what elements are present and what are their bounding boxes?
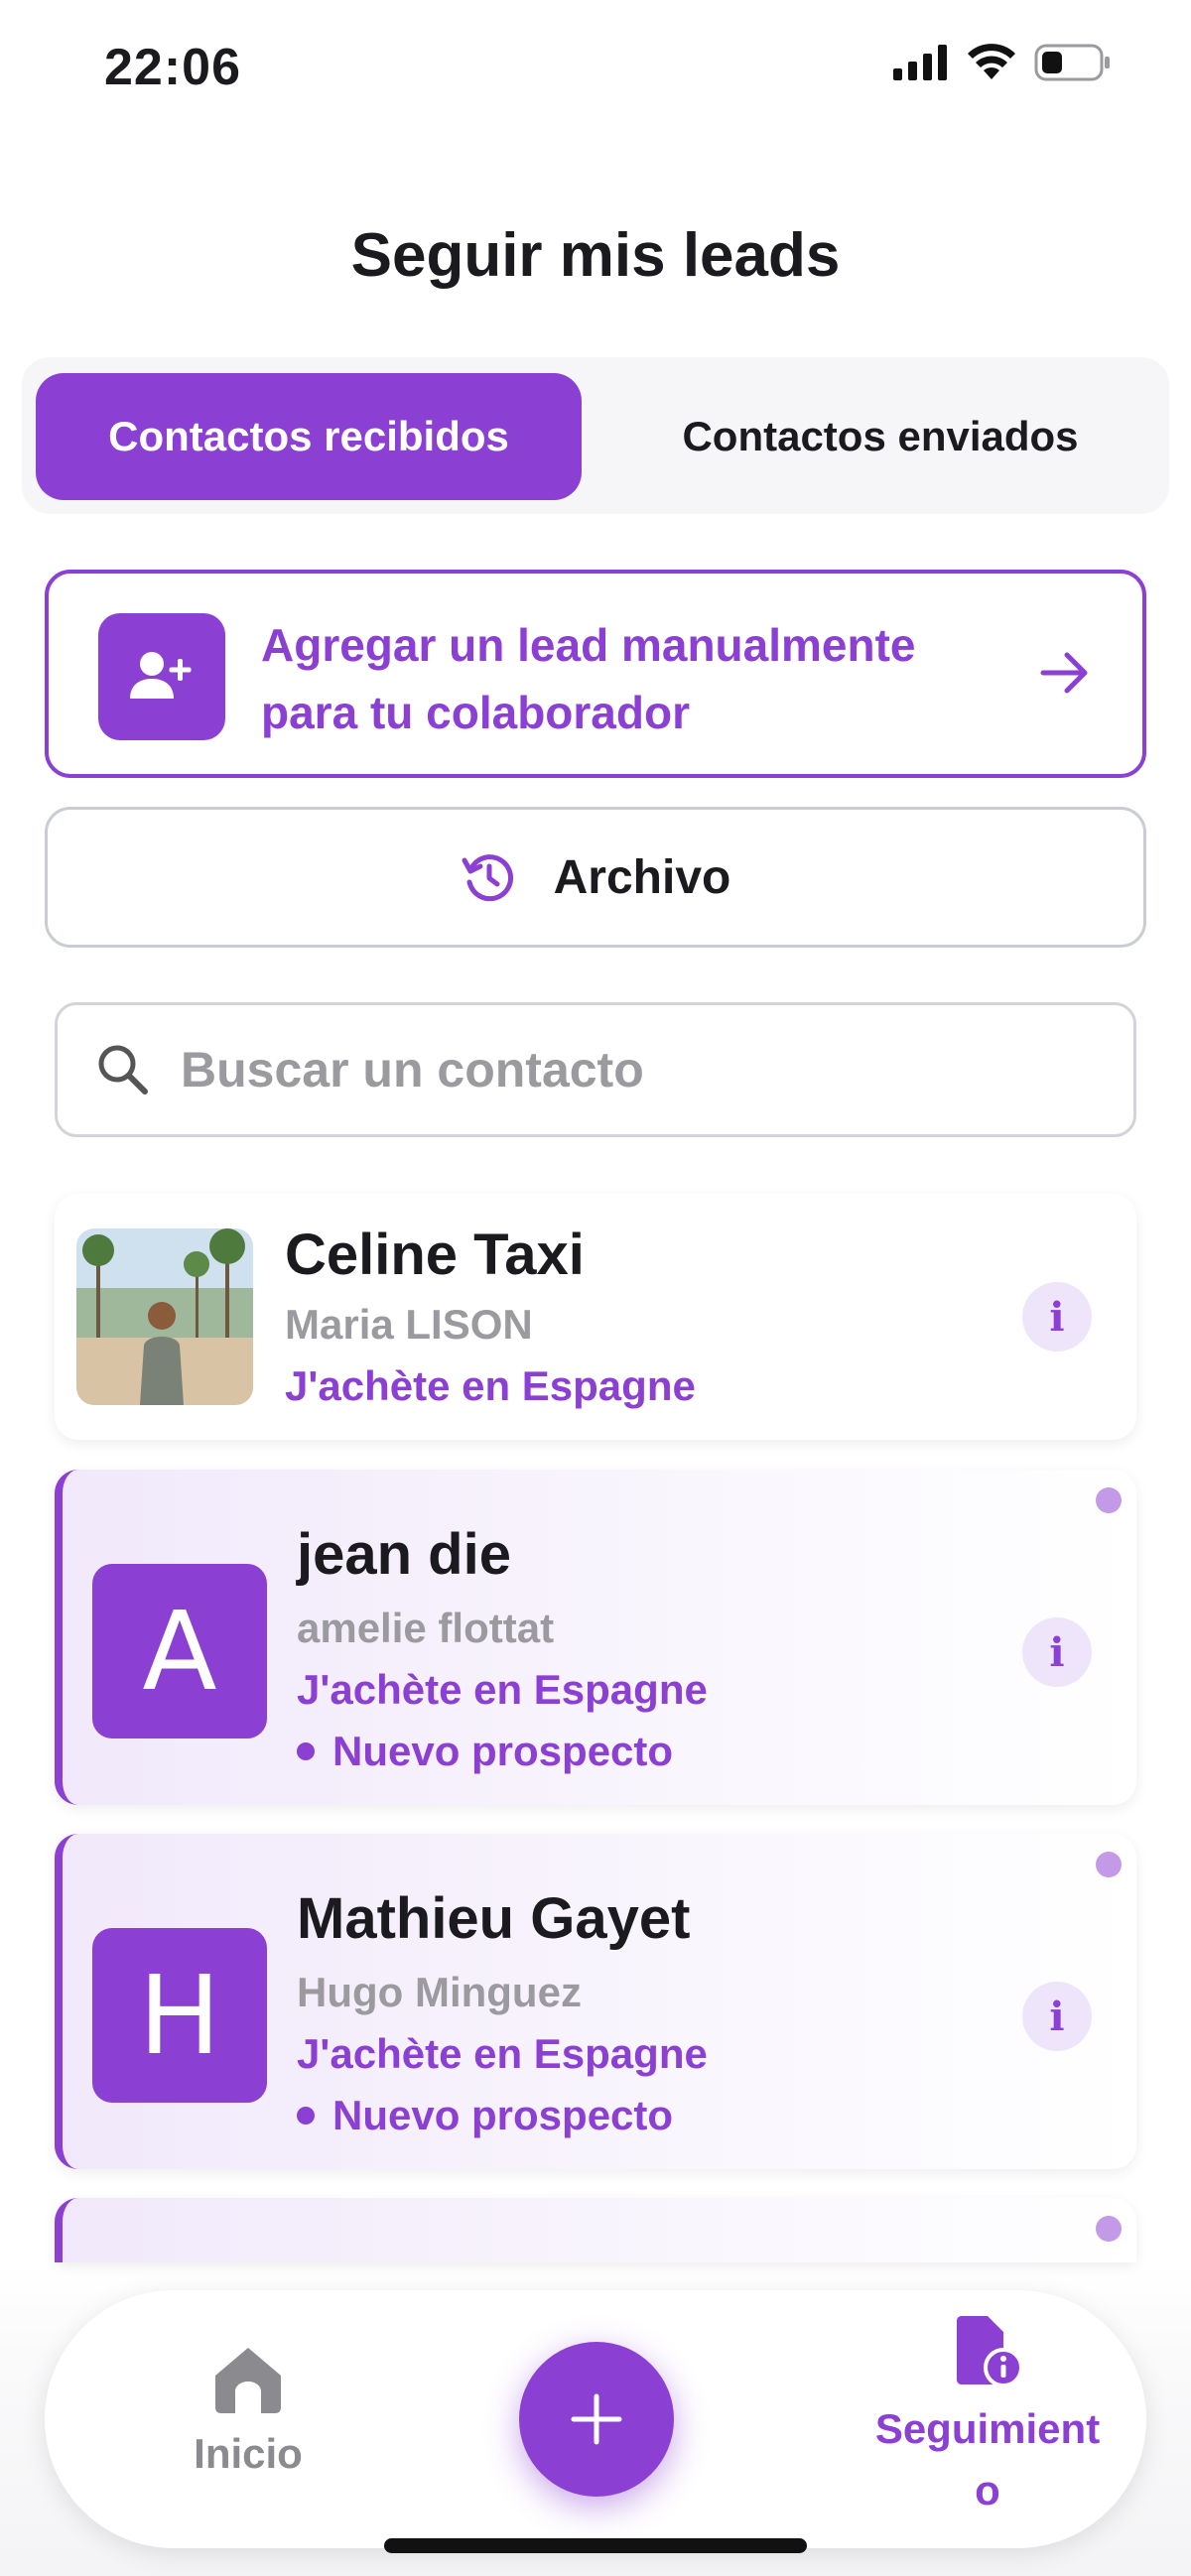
arrow-right-icon [1040, 652, 1088, 694]
nav-follow-up-label-line2: o [975, 2467, 1000, 2513]
unread-dot [1096, 2216, 1122, 2242]
lead-partner: Maria LISON [285, 1301, 533, 1348]
document-info-icon [957, 2316, 1023, 2387]
info-button[interactable]: i [1022, 1982, 1092, 2051]
nav-follow-up-label: Seguimient o [839, 2398, 1136, 2521]
lead-status-label: Nuevo prospecto [332, 1728, 674, 1774]
info-button[interactable]: i [1022, 1617, 1092, 1687]
nav-home[interactable]: Inicio [144, 2342, 352, 2478]
screen: 22:06 Seguir mis leads Contactos recibid… [0, 0, 1191, 2576]
page-title: Seguir mis leads [350, 221, 841, 290]
nav-home-label: Inicio [194, 2430, 303, 2477]
signal-icon [893, 45, 947, 80]
status-bar: 22:06 [0, 0, 1191, 134]
info-button[interactable]: i [1022, 1282, 1092, 1352]
search-input[interactable] [181, 1041, 1074, 1098]
add-user-icon [98, 613, 225, 740]
nav-follow-up-label-line1: Seguimient [874, 2405, 1101, 2452]
lead-card[interactable]: Celine Taxi Maria LISON J'achète en Espa… [55, 1194, 1136, 1440]
lead-card[interactable]: A jean die amelie flottat J'achète en Es… [55, 1470, 1136, 1805]
lead-name: Celine Taxi [285, 1223, 585, 1287]
lead-tag: J'achète en Espagne [297, 2030, 708, 2077]
avatar: H [92, 1928, 267, 2103]
contact-photo [76, 1228, 253, 1405]
lead-partner: Hugo Minguez [297, 1969, 582, 2015]
tab-contacts-received[interactable]: Contactos recibidos [36, 373, 582, 500]
lead-tag: J'achète en Espagne [285, 1362, 696, 1409]
lead-card[interactable]: H Mathieu Gayet Hugo Minguez J'achète en… [55, 1834, 1136, 2169]
add-fab-button[interactable] [519, 2342, 674, 2497]
lead-card[interactable] [55, 2198, 1136, 2262]
add-lead-button[interactable]: Agregar un lead manualmente para tu cola… [45, 570, 1146, 778]
lead-status-label: Nuevo prospecto [332, 2092, 674, 2138]
archive-button[interactable]: Archivo [45, 807, 1146, 948]
battery-icon [1034, 44, 1110, 81]
unread-dot [1096, 1852, 1122, 1877]
avatar: A [92, 1564, 267, 1739]
lead-status: Nuevo prospecto [297, 1728, 673, 1775]
status-dot-icon [297, 2107, 315, 2125]
lead-partner: amelie flottat [297, 1605, 555, 1651]
add-lead-label: Agregar un lead manualmente para tu cola… [261, 611, 1035, 746]
home-indicator [384, 2538, 807, 2553]
lead-status: Nuevo prospecto [297, 2092, 673, 2139]
status-icons [893, 44, 1112, 81]
unread-dot [1096, 1487, 1122, 1513]
status-time: 22:06 [104, 39, 241, 96]
lead-tag: J'achète en Espagne [297, 1666, 708, 1713]
lead-name: jean die [297, 1522, 511, 1587]
lead-name: Mathieu Gayet [297, 1886, 691, 1951]
archive-label: Archivo [553, 850, 731, 904]
bottom-nav: Inicio Seguimient o [45, 2290, 1146, 2548]
nav-follow-up[interactable]: Seguimient o [839, 2314, 1136, 2521]
add-lead-label-line1: Agregar un lead manualmente [261, 619, 916, 671]
wifi-icon [968, 44, 1015, 79]
history-icon [462, 854, 513, 902]
segmented-tabs: Contactos recibidos Contactos enviados [22, 357, 1169, 514]
plus-icon [571, 2393, 622, 2445]
tab-contacts-sent[interactable]: Contactos enviados [607, 373, 1153, 500]
search-box[interactable] [55, 1002, 1136, 1137]
status-dot-icon [297, 1742, 315, 1760]
home-icon [215, 2348, 281, 2413]
search-icon [98, 1045, 148, 1095]
add-lead-label-line2: para tu colaborador [261, 687, 690, 738]
